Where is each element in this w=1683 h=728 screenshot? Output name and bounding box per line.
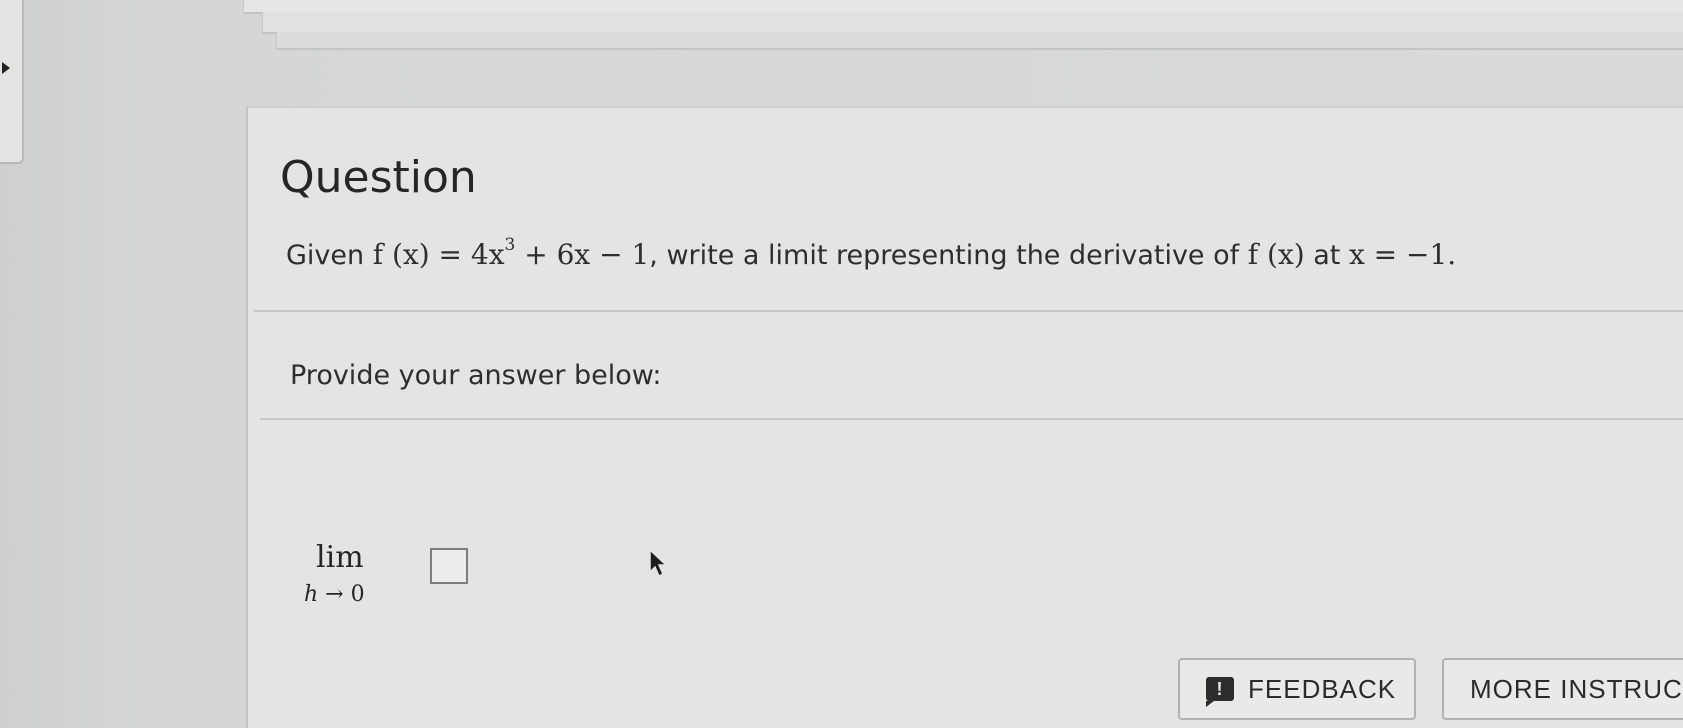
question-card: Question Given f (x) = 4x3 + 6x − 1, wri… bbox=[246, 106, 1683, 728]
evaluation-point: x = −1. bbox=[1348, 238, 1457, 271]
question-text-prefix: Given bbox=[286, 240, 373, 271]
question-text-at: at bbox=[1304, 240, 1349, 271]
stacked-sheet-bottom bbox=[276, 32, 1683, 50]
feedback-icon-glyph: ! bbox=[1216, 679, 1224, 699]
function-rest: + 6x − 1 bbox=[515, 238, 650, 271]
lim-subscript: h → 0 bbox=[304, 582, 365, 607]
feedback-button-label: FEEDBACK bbox=[1248, 673, 1397, 704]
more-instructions-button[interactable]: MORE INSTRUC bbox=[1442, 658, 1683, 720]
question-text: Given f (x) = 4x3 + 6x − 1, write a limi… bbox=[286, 235, 1457, 272]
limit-expression: lim h → 0 bbox=[304, 540, 468, 620]
section-divider bbox=[260, 418, 1683, 420]
lim-label: lim bbox=[316, 540, 364, 575]
answer-prompt: Provide your answer below: bbox=[290, 360, 662, 391]
feedback-button[interactable]: ! FEEDBACK bbox=[1178, 658, 1416, 720]
mouse-pointer-icon bbox=[649, 548, 668, 578]
question-title: Question bbox=[280, 152, 477, 203]
function-exponent: 3 bbox=[504, 235, 516, 255]
more-instructions-label: MORE INSTRUC bbox=[1470, 673, 1683, 704]
question-text-middle: , write a limit representing the derivat… bbox=[649, 240, 1248, 271]
function-expression: f (x) = 4x3 + 6x − 1 bbox=[372, 235, 650, 272]
left-side-panel bbox=[0, 0, 24, 164]
section-divider bbox=[254, 310, 1683, 312]
answer-input-box[interactable] bbox=[430, 548, 468, 584]
lim-variable: h bbox=[304, 582, 319, 607]
function-lhs: f (x) = 4x bbox=[372, 238, 505, 271]
feedback-exclamation-icon: ! bbox=[1206, 677, 1234, 707]
collapse-arrow-icon[interactable] bbox=[2, 62, 10, 74]
lim-arrow: → 0 bbox=[318, 582, 365, 607]
stacked-sheet-middle bbox=[262, 12, 1683, 34]
function-reference: f (x) bbox=[1247, 238, 1305, 271]
